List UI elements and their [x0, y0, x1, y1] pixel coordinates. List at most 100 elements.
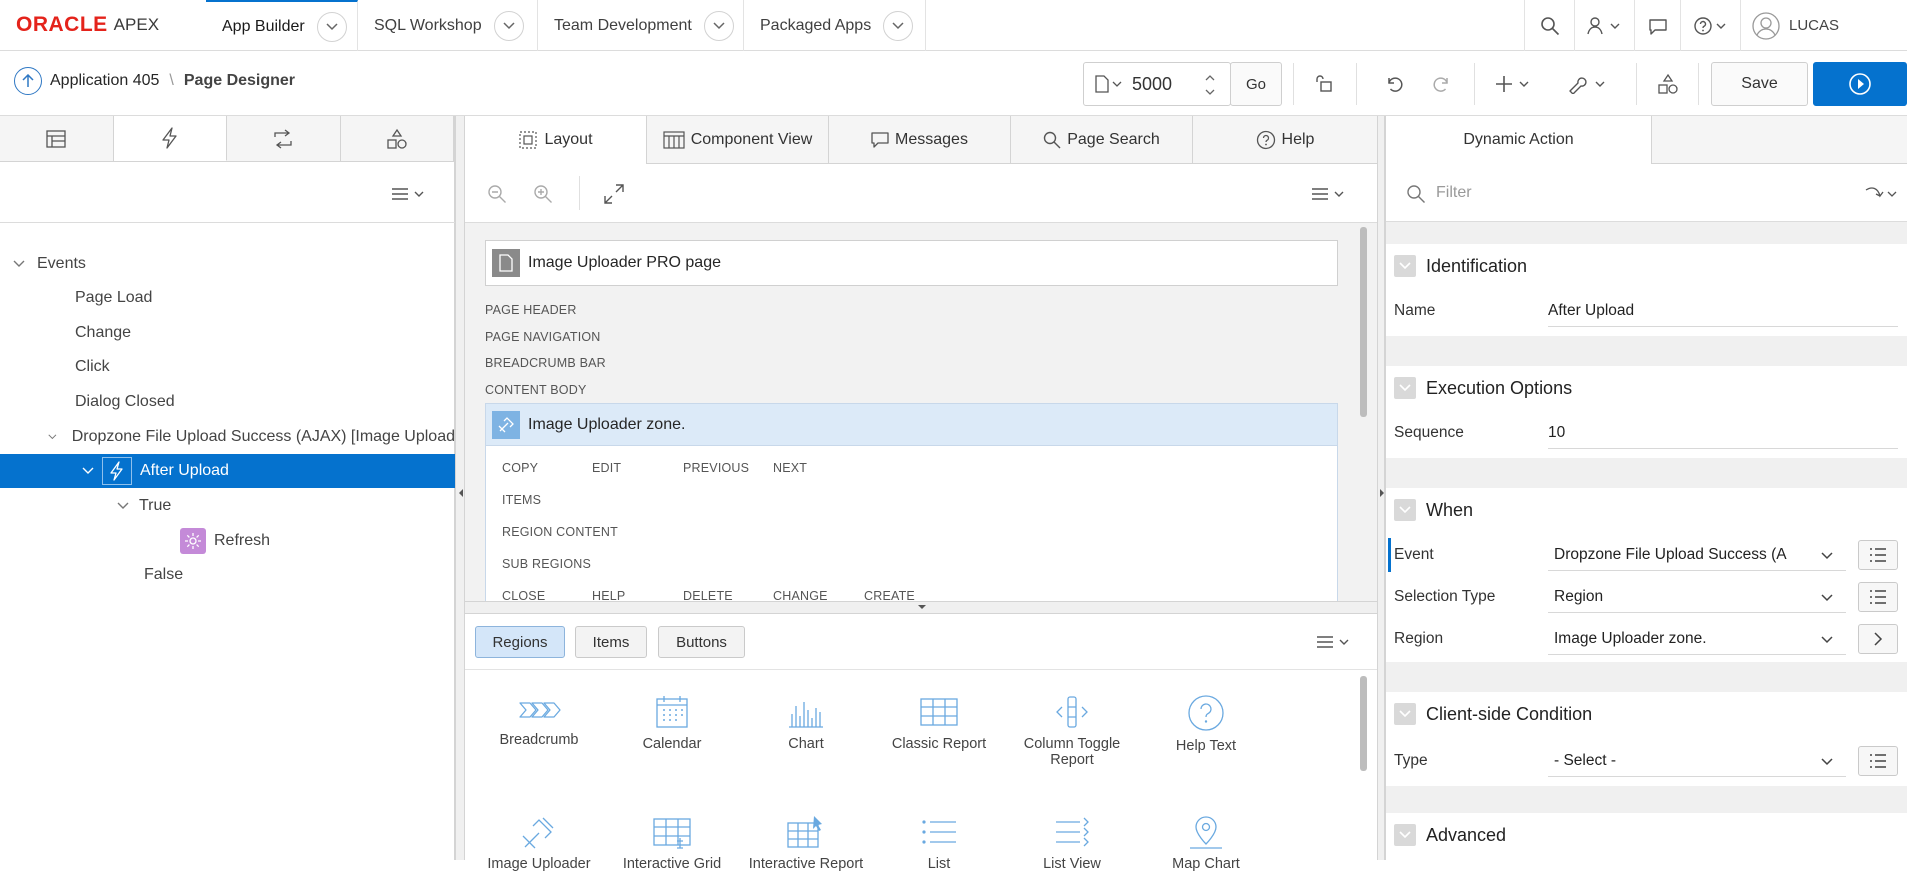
chevron-down-icon[interactable]: [1394, 824, 1416, 846]
gallery-tab-items[interactable]: Items: [575, 626, 647, 658]
tab-component-view[interactable]: Component View: [647, 116, 829, 163]
page-node[interactable]: Image Uploader PRO page: [485, 240, 1338, 286]
tab-page-search[interactable]: Page Search: [1011, 116, 1193, 163]
gallery-item-chart[interactable]: Chart: [746, 694, 866, 752]
tree-node-false[interactable]: False: [0, 558, 455, 592]
section-header[interactable]: Client-side Condition: [1386, 692, 1907, 736]
gallery-item-interactive-report[interactable]: Interactive Report: [746, 814, 866, 872]
region-previous[interactable]: PREVIOUS: [683, 461, 749, 475]
tree-node-click[interactable]: Click: [0, 350, 455, 384]
left-pane-menu-button[interactable]: [390, 186, 430, 202]
region-help[interactable]: HELP: [592, 589, 625, 601]
chevron-down-icon[interactable]: [703, 10, 734, 41]
tab-processing[interactable]: [227, 116, 341, 161]
prop-condition-type[interactable]: Type - Select -: [1386, 742, 1907, 780]
section-header[interactable]: Identification: [1386, 244, 1907, 288]
shared-components-button[interactable]: [1650, 62, 1686, 106]
list-of-values-button[interactable]: [1858, 582, 1898, 612]
gallery-item-list[interactable]: List: [879, 814, 999, 872]
tree-node-events[interactable]: Events: [0, 247, 455, 281]
tab-messages[interactable]: Messages: [829, 116, 1011, 163]
tree-node-true[interactable]: True: [0, 489, 455, 523]
region-sub-regions[interactable]: SUB REGIONS: [502, 557, 591, 571]
chevron-down-icon[interactable]: [1394, 255, 1416, 277]
filter-input[interactable]: Filter: [1436, 184, 1472, 202]
list-of-values-button[interactable]: [1858, 540, 1898, 570]
prop-sequence[interactable]: Sequence 10: [1386, 414, 1907, 452]
tree-node-dialog-closed[interactable]: Dialog Closed: [0, 385, 455, 419]
layout-scrollbar[interactable]: [1360, 227, 1367, 417]
gallery-menu-button[interactable]: [1315, 634, 1355, 650]
gallery-item-map-chart[interactable]: Map Chart: [1146, 814, 1266, 872]
nav-tab-sql-workshop[interactable]: SQL Workshop: [358, 0, 538, 51]
zoom-in-icon[interactable]: [533, 184, 553, 204]
help-icon[interactable]: [1680, 0, 1740, 51]
nav-tab-packaged-apps[interactable]: Packaged Apps: [744, 0, 926, 51]
tab-dynamic-action[interactable]: Dynamic Action: [1386, 116, 1652, 164]
gallery-item-list-view[interactable]: List View: [1012, 814, 1132, 872]
region-node[interactable]: Image Uploader zone. COPY EDIT PREVIOUS …: [485, 403, 1338, 601]
undo-button[interactable]: [1376, 62, 1412, 106]
prop-value[interactable]: After Upload: [1548, 302, 1634, 320]
prop-value[interactable]: 10: [1548, 424, 1565, 442]
prop-name[interactable]: Name After Upload: [1386, 292, 1907, 330]
user-menu[interactable]: LUCAS: [1740, 0, 1907, 51]
region-next[interactable]: NEXT: [773, 461, 807, 475]
zoom-out-icon[interactable]: [487, 184, 507, 204]
tree-node-page-load[interactable]: Page Load: [0, 281, 455, 315]
breadcrumb-application[interactable]: Application 405: [50, 72, 159, 90]
tree-node-refresh[interactable]: Refresh: [0, 524, 455, 558]
page-selector[interactable]: 5000: [1083, 62, 1231, 106]
tree-node-dropzone-event[interactable]: Dropzone File Upload Success (AJAX) [Ima…: [0, 420, 455, 454]
tree-node-change[interactable]: Change: [0, 316, 455, 350]
chevron-down-icon[interactable]: [883, 10, 914, 41]
region-copy[interactable]: COPY: [502, 461, 538, 475]
tab-help[interactable]: Help: [1193, 116, 1377, 163]
prop-event[interactable]: Event Dropzone File Upload Success (A: [1386, 536, 1907, 574]
gallery-scrollbar[interactable]: [1360, 676, 1367, 771]
region-change[interactable]: CHANGE: [773, 589, 828, 601]
region-close[interactable]: CLOSE: [502, 589, 545, 601]
chevron-down-icon[interactable]: [1394, 499, 1416, 521]
gallery-tab-regions[interactable]: Regions: [475, 626, 565, 658]
chevron-down-icon[interactable]: [316, 11, 347, 42]
utilities-menu-button[interactable]: [1564, 62, 1614, 106]
layout-menu-button[interactable]: [1310, 186, 1350, 202]
gallery-item-classic-report[interactable]: Classic Report: [879, 694, 999, 752]
prop-selection-type[interactable]: Selection Type Region: [1386, 578, 1907, 616]
region-items[interactable]: ITEMS: [502, 493, 541, 507]
search-icon[interactable]: [1524, 0, 1574, 51]
create-menu-button[interactable]: [1490, 62, 1540, 106]
gallery-tab-buttons[interactable]: Buttons: [658, 626, 745, 658]
lock-page-button[interactable]: [1306, 62, 1342, 106]
gallery-item-help-text[interactable]: Help Text: [1146, 694, 1266, 754]
prop-value[interactable]: Image Uploader zone.: [1554, 630, 1707, 648]
user-admin-icon[interactable]: [1574, 0, 1634, 51]
region-delete[interactable]: DELETE: [683, 589, 733, 601]
prop-value[interactable]: Region: [1554, 588, 1603, 606]
chevron-down-icon[interactable]: [1394, 703, 1416, 725]
gallery-item-interactive-grid[interactable]: Interactive Grid: [612, 814, 732, 872]
left-splitter[interactable]: [455, 116, 465, 860]
section-header[interactable]: When: [1386, 488, 1907, 532]
go-to-region-button[interactable]: [1858, 624, 1898, 654]
section-header[interactable]: Execution Options: [1386, 366, 1907, 410]
list-of-values-button[interactable]: [1858, 746, 1898, 776]
tab-shared-components[interactable]: [341, 116, 454, 161]
tree-node-after-upload[interactable]: After Upload: [0, 454, 455, 488]
section-header[interactable]: Advanced: [1386, 813, 1907, 857]
chat-icon[interactable]: [1634, 0, 1680, 51]
region-content[interactable]: REGION CONTENT: [502, 525, 618, 539]
right-splitter[interactable]: [1377, 116, 1385, 860]
gallery-item-column-toggle-report[interactable]: Column Toggle Report: [1012, 694, 1132, 768]
prop-value[interactable]: - Select -: [1554, 752, 1616, 770]
layout-gallery-splitter[interactable]: [465, 601, 1377, 613]
gallery-item-calendar[interactable]: Calendar: [612, 694, 732, 752]
gallery-item-image-uploader[interactable]: Image Uploader: [479, 814, 599, 872]
prop-value[interactable]: Dropzone File Upload Success (A: [1554, 546, 1794, 564]
save-button[interactable]: Save: [1711, 62, 1808, 106]
nav-tab-team-development[interactable]: Team Development: [538, 0, 744, 51]
prop-region[interactable]: Region Image Uploader zone.: [1386, 620, 1907, 658]
region-header[interactable]: Image Uploader zone.: [486, 404, 1337, 446]
arrow-up-icon[interactable]: [14, 67, 42, 95]
